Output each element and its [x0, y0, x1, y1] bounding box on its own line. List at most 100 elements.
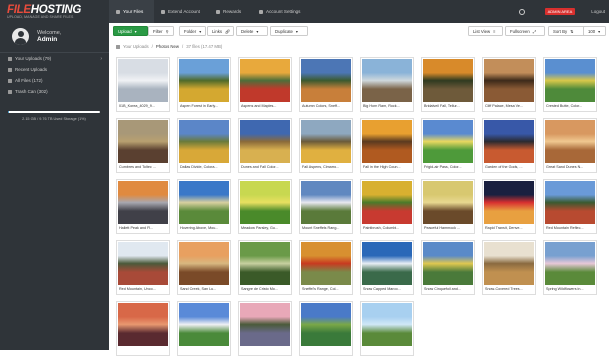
file-card[interactable]: 01B_Korea_4029_9...: [116, 57, 170, 112]
file-thumbnail[interactable]: [301, 181, 351, 224]
file-thumbnail[interactable]: [362, 120, 412, 163]
sidebar-item-all-files[interactable]: All Files (172): [0, 75, 109, 86]
file-card[interactable]: Snow Capped Maroo...: [360, 240, 414, 295]
file-card[interactable]: [177, 301, 231, 356]
sidebar-item-your-uploads[interactable]: Your Uploads (79) ›: [0, 53, 109, 64]
sidebar-item-recent-uploads[interactable]: Recent Uploads: [0, 64, 109, 75]
breadcrumb-current[interactable]: Photos New: [156, 44, 179, 49]
delete-button[interactable]: Delete ▾: [236, 26, 268, 36]
file-card[interactable]: [238, 301, 292, 356]
file-card[interactable]: Peaceful Hammock ...: [421, 179, 475, 234]
file-thumbnail[interactable]: [545, 242, 595, 285]
tab-your-files[interactable]: Your Files: [109, 0, 154, 23]
file-card[interactable]: Crested Butte, Color...: [543, 57, 597, 112]
file-card[interactable]: Aspen Forest in Early...: [177, 57, 231, 112]
tab-rewards[interactable]: Rewards: [209, 0, 252, 23]
file-thumbnail[interactable]: [301, 242, 351, 285]
file-thumbnail[interactable]: [240, 120, 290, 163]
file-thumbnail[interactable]: [484, 242, 534, 285]
file-thumbnail[interactable]: [179, 181, 229, 224]
file-thumbnail[interactable]: [179, 303, 229, 346]
file-thumbnail[interactable]: [301, 120, 351, 163]
file-card[interactable]: Snow-Covered Trees...: [482, 240, 536, 295]
file-thumbnail[interactable]: [118, 181, 168, 224]
file-thumbnail[interactable]: [240, 242, 290, 285]
file-thumbnail[interactable]: [240, 303, 290, 346]
logout-link[interactable]: Logout: [591, 9, 605, 14]
file-card[interactable]: Hovering Above, Mou...: [177, 179, 231, 234]
file-thumbnail[interactable]: [484, 181, 534, 224]
fullscreen-button[interactable]: Fullscreen ⤢: [505, 26, 545, 36]
gear-icon: [259, 9, 263, 14]
file-card[interactable]: Snow Cinquefoil and...: [421, 240, 475, 295]
tab-extend-account[interactable]: Extend Account: [154, 0, 209, 23]
list-view-button[interactable]: List View ≡: [468, 26, 503, 36]
file-card[interactable]: [360, 301, 414, 356]
filter-button[interactable]: Filter ⚲: [148, 26, 174, 36]
file-card[interactable]: Spring Wildflowers in...: [543, 240, 597, 295]
file-thumbnail[interactable]: [423, 120, 473, 163]
file-thumbnail[interactable]: [118, 242, 168, 285]
file-thumbnail[interactable]: [423, 59, 473, 102]
file-thumbnail[interactable]: [545, 181, 595, 224]
per-page-select[interactable]: 100 ▾: [583, 26, 606, 36]
file-thumbnail[interactable]: [545, 59, 595, 102]
avatar[interactable]: [12, 28, 29, 45]
file-card[interactable]: Red Mountain, Unco...: [116, 240, 170, 295]
tab-account-settings[interactable]: Account Settings: [252, 0, 322, 23]
file-card[interactable]: Hallett Peak and Fl...: [116, 179, 170, 234]
file-card[interactable]: Red Mountain Reflec...: [543, 179, 597, 234]
sidebar-item-trash-can[interactable]: Trash Can (302): [0, 86, 109, 97]
file-thumbnail[interactable]: [240, 181, 290, 224]
file-card[interactable]: Bridalveil Fall, Tellur...: [421, 57, 475, 112]
file-card[interactable]: Dallas Divide, Colora...: [177, 118, 231, 173]
file-thumbnail[interactable]: [484, 59, 534, 102]
file-thumbnail[interactable]: [362, 59, 412, 102]
file-thumbnail[interactable]: [118, 59, 168, 102]
file-card[interactable]: Frigid-air Pass, Color...: [421, 118, 475, 173]
file-card[interactable]: Sneffel's Range, Col...: [299, 240, 353, 295]
file-card[interactable]: Garden of the Gods, ...: [482, 118, 536, 173]
file-card[interactable]: Big Horn Ram, Rock...: [360, 57, 414, 112]
file-card[interactable]: Rapid Transit, Denve...: [482, 179, 536, 234]
file-card[interactable]: Cumbres and Toltec ...: [116, 118, 170, 173]
file-thumbnail[interactable]: [362, 242, 412, 285]
file-card[interactable]: Fall in the High Coun...: [360, 118, 414, 173]
file-thumbnail[interactable]: [423, 242, 473, 285]
file-thumbnail[interactable]: [179, 59, 229, 102]
globe-icon[interactable]: [518, 8, 525, 15]
links-button[interactable]: Links 🔗︎: [207, 26, 234, 36]
file-thumbnail[interactable]: [179, 120, 229, 163]
logo[interactable]: FILEHOSTING UPLOAD, MANAGE AND SHARE FIL…: [7, 4, 81, 19]
file-thumbnail[interactable]: [301, 59, 351, 102]
file-card[interactable]: Autumn Colors, Sneff...: [299, 57, 353, 112]
file-card[interactable]: Aspens and Maples...: [238, 57, 292, 112]
file-card[interactable]: [116, 301, 170, 356]
file-thumbnail[interactable]: [362, 303, 412, 346]
upload-button[interactable]: Upload ▾: [113, 26, 148, 36]
file-card[interactable]: Fall Aspens, Cimarro...: [299, 118, 353, 173]
file-thumbnail[interactable]: [423, 181, 473, 224]
duplicate-button[interactable]: Duplicate ▾: [270, 26, 308, 36]
file-thumbnail[interactable]: [484, 120, 534, 163]
file-card[interactable]: Great Sand Dunes N...: [543, 118, 597, 173]
admin-area-button[interactable]: ADMIN AREA: [544, 8, 576, 15]
breadcrumb-root[interactable]: Your Uploads: [123, 44, 149, 49]
sort-by-button[interactable]: Sort By ⇅: [548, 26, 586, 36]
file-card[interactable]: Cliff Palace, Mesa Ve...: [482, 57, 536, 112]
file-thumbnail[interactable]: [362, 181, 412, 224]
file-card[interactable]: Sangre de Cristo Mo...: [238, 240, 292, 295]
file-card[interactable]: Mount Sneffels Rang...: [299, 179, 353, 234]
file-thumbnail[interactable]: [118, 120, 168, 163]
file-card[interactable]: [299, 301, 353, 356]
file-thumbnail[interactable]: [545, 120, 595, 163]
file-card[interactable]: Dunes and Fall Color...: [238, 118, 292, 173]
file-card[interactable]: Paintbrush, Columbi...: [360, 179, 414, 234]
file-thumbnail[interactable]: [179, 242, 229, 285]
file-card[interactable]: Meadow Parsley, Gu...: [238, 179, 292, 234]
folder-button[interactable]: Folder ▾: [179, 26, 206, 36]
file-card[interactable]: Sand Creek, San Lu...: [177, 240, 231, 295]
file-thumbnail[interactable]: [118, 303, 168, 346]
file-thumbnail[interactable]: [240, 59, 290, 102]
file-thumbnail[interactable]: [301, 303, 351, 346]
